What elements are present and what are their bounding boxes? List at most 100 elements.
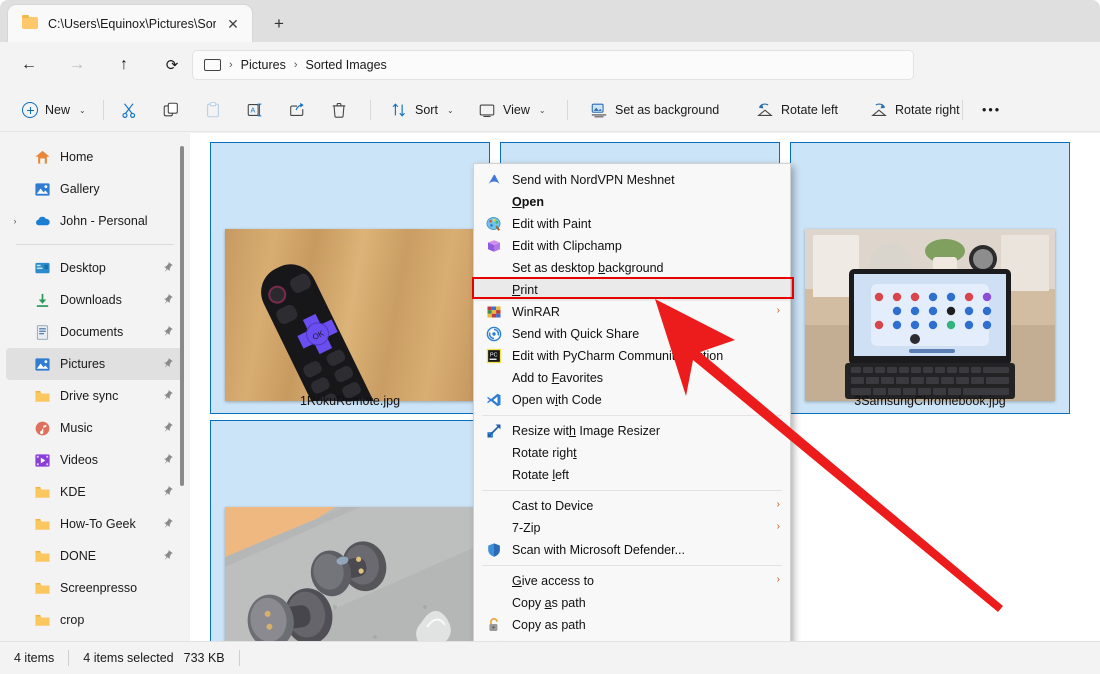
- menu-item-open[interactable]: Open: [474, 191, 790, 213]
- resizer-icon: [486, 423, 502, 439]
- menu-item-open-with-code[interactable]: Open with Code: [474, 389, 790, 411]
- thumbnail-image: [225, 507, 475, 641]
- navigation-sidebar[interactable]: Home Gallery › John - Personal Desktop D…: [0, 133, 190, 641]
- sidebar-item-music[interactable]: Music: [6, 412, 184, 444]
- sidebar-item-videos[interactable]: Videos: [6, 444, 184, 476]
- breadcrumb-item-sorted-images[interactable]: Sorted Images: [300, 58, 393, 72]
- share-button[interactable]: [280, 94, 314, 126]
- paste-button[interactable]: [196, 94, 230, 126]
- sidebar-item-pictures[interactable]: Pictures: [6, 348, 184, 380]
- sidebar-label: Documents: [60, 325, 124, 339]
- sidebar-item-desktop[interactable]: Desktop: [6, 252, 184, 284]
- chevron-right-icon[interactable]: ›: [4, 216, 26, 226]
- delete-button[interactable]: [322, 94, 356, 126]
- status-size: 733 KB: [183, 651, 225, 665]
- sidebar-item-john-personal[interactable]: › John - Personal: [6, 205, 184, 237]
- menu-item-edit-with-pycharm[interactable]: PC Edit with PyCharm Community Edition: [474, 345, 790, 367]
- sidebar-item-screenpresso[interactable]: Screenpresso: [6, 572, 184, 604]
- chevron-right-icon[interactable]: ›: [777, 521, 780, 532]
- sidebar-item-drive-sync[interactable]: Drive sync: [6, 380, 184, 412]
- toolbar-divider: [103, 100, 104, 120]
- file-item[interactable]: 3SamsungChromebook.jpg: [790, 142, 1070, 414]
- refresh-button[interactable]: ⟳: [157, 50, 187, 80]
- menu-item-winrar[interactable]: WinRAR ›: [474, 301, 790, 323]
- file-item[interactable]: [210, 420, 490, 641]
- menu-item-send-with-quick-share[interactable]: Send with Quick Share: [474, 323, 790, 345]
- chevron-right-icon[interactable]: ›: [777, 499, 780, 510]
- pin-icon: [161, 421, 174, 434]
- thumbnail-image: OK: [225, 229, 475, 401]
- sort-button[interactable]: Sort ⌄: [382, 94, 462, 126]
- home-icon: [34, 149, 51, 166]
- toolbar-divider: [567, 100, 568, 120]
- winrar-icon: [486, 304, 502, 320]
- sidebar-item-done[interactable]: DONE: [6, 540, 184, 572]
- menu-item-rotate-right[interactable]: Rotate right: [474, 442, 790, 464]
- menu-item-cast-to-device[interactable]: Cast to Device ›: [474, 495, 790, 517]
- more-options-button[interactable]: •••: [974, 94, 1009, 126]
- copy-button[interactable]: [154, 94, 188, 126]
- cut-button[interactable]: [112, 94, 146, 126]
- menu-item-label: Edit with PyCharm Community Edition: [512, 349, 724, 363]
- rotate-left-label: Rotate left: [781, 103, 838, 117]
- menu-item-add-to-favorites[interactable]: Add to Favorites: [474, 367, 790, 389]
- trash-icon: [332, 102, 346, 118]
- menu-item-set-as-desktop-background[interactable]: Set as desktop background: [474, 257, 790, 279]
- menu-item-edit-with-clipchamp[interactable]: Edit with Clipchamp: [474, 235, 790, 257]
- chevron-right-icon[interactable]: ›: [777, 574, 780, 585]
- svg-text:A: A: [251, 106, 256, 115]
- thumbnail-image: [805, 229, 1055, 401]
- menu-item-copy-as-path[interactable]: Copy as path: [474, 592, 790, 614]
- menu-item-label: Give access to: [512, 574, 594, 588]
- menu-item-edit-with-paint[interactable]: Edit with Paint: [474, 213, 790, 235]
- roku-remote-photo: OK: [261, 264, 375, 401]
- rotate-left-button[interactable]: Rotate left: [748, 94, 846, 126]
- sort-button-label: Sort: [415, 103, 438, 117]
- command-toolbar: New ⌄ A Sort ⌄ View ⌄ Set as background …: [0, 88, 1100, 132]
- menu-item-label: Rotate left: [512, 468, 569, 482]
- menu-item-rotate-left[interactable]: Rotate left: [474, 464, 790, 486]
- sidebar-item-crop[interactable]: crop: [6, 604, 184, 636]
- menu-item-give-access-to[interactable]: Give access to ›: [474, 570, 790, 592]
- context-menu[interactable]: Send with NordVPN Meshnet Open Edit with…: [473, 163, 791, 674]
- view-button[interactable]: View ⌄: [470, 94, 554, 126]
- menu-item-send-with-nordvpn-meshnet[interactable]: Send with NordVPN Meshnet: [474, 169, 790, 191]
- menu-item-print[interactable]: Print: [474, 279, 790, 301]
- sidebar-scrollbar[interactable]: [180, 146, 184, 486]
- menu-item-label: Open: [512, 195, 544, 209]
- sidebar-label: Downloads: [60, 293, 122, 307]
- close-icon[interactable]: ✕: [224, 15, 242, 33]
- sidebar-item-downloads[interactable]: Downloads: [6, 284, 184, 316]
- set-as-background-button[interactable]: Set as background: [582, 94, 727, 126]
- chevron-right-icon[interactable]: ›: [777, 305, 780, 316]
- menu-item-unlock-with-file-locksmith[interactable]: Copy as path: [474, 614, 790, 636]
- forward-button[interactable]: →: [62, 50, 92, 80]
- pin-icon: [161, 325, 174, 338]
- rotate-right-button[interactable]: Rotate right: [862, 94, 968, 126]
- sidebar-item-kde[interactable]: KDE: [6, 476, 184, 508]
- folder-icon: [34, 548, 51, 565]
- toolbar-divider: [370, 100, 371, 120]
- sidebar-item-home[interactable]: Home: [6, 141, 184, 173]
- status-divider: [68, 650, 70, 666]
- menu-item-7-zip[interactable]: 7-Zip ›: [474, 517, 790, 539]
- pictures-icon: [34, 356, 51, 373]
- breadcrumb[interactable]: › Pictures › Sorted Images: [192, 50, 914, 80]
- menu-item-label: Copy as path: [512, 596, 586, 610]
- share-icon: [290, 102, 304, 116]
- back-button[interactable]: ←: [14, 50, 44, 80]
- onedrive-icon: [34, 213, 51, 230]
- this-pc-icon[interactable]: [204, 58, 221, 72]
- up-button[interactable]: ↑: [109, 50, 139, 80]
- sidebar-item-gallery[interactable]: Gallery: [6, 173, 184, 205]
- sidebar-item-documents[interactable]: Documents: [6, 316, 184, 348]
- rename-button[interactable]: A: [238, 94, 272, 126]
- sidebar-item-how-to-geek[interactable]: How-To Geek: [6, 508, 184, 540]
- new-tab-button[interactable]: +: [266, 11, 292, 37]
- breadcrumb-item-pictures[interactable]: Pictures: [235, 58, 292, 72]
- new-button[interactable]: New ⌄: [14, 94, 94, 126]
- file-item[interactable]: OK 1RokuRemote.jpg: [210, 142, 490, 414]
- menu-item-resize-with-image-resizer[interactable]: Resize with Image Resizer: [474, 420, 790, 442]
- browser-tab[interactable]: C:\Users\Equinox\Pictures\Sor ✕: [8, 5, 252, 42]
- menu-item-scan-with-microsoft-defender[interactable]: Scan with Microsoft Defender...: [474, 539, 790, 561]
